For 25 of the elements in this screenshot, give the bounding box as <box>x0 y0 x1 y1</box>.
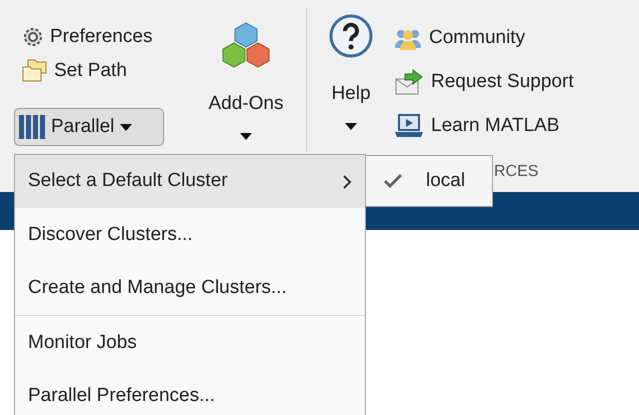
laptop-icon <box>395 114 423 138</box>
resource-link[interactable]: Community <box>395 22 574 54</box>
help-icon <box>329 14 373 58</box>
chevron-right-icon <box>343 174 352 189</box>
submenu-item[interactable]: local <box>366 157 492 205</box>
menu-item[interactable]: Parallel Preferences... <box>15 370 365 415</box>
menu-item[interactable]: Discover Clusters... <box>15 208 365 262</box>
caret-icon <box>345 122 357 130</box>
menu-item[interactable]: Monitor Jobs <box>15 316 365 370</box>
menu-item[interactable]: Select a Default Cluster <box>15 155 365 208</box>
folder-icon <box>22 59 48 83</box>
gear-icon <box>22 26 44 48</box>
caret-icon <box>120 124 132 130</box>
envelope-arrow-icon <box>395 69 423 95</box>
toolbar-button[interactable]: Preferences <box>14 20 186 54</box>
cubes-icon <box>221 22 271 70</box>
caret-icon <box>240 132 252 140</box>
bars-icon <box>19 115 45 139</box>
check-icon <box>384 174 402 188</box>
resource-link[interactable]: Learn MATLAB <box>395 110 574 142</box>
menu-item[interactable]: Create and Manage Clusters... <box>15 262 365 316</box>
resource-link[interactable]: Request Support <box>395 66 574 98</box>
toolbar-button[interactable]: Set Path <box>14 54 186 88</box>
section-label: RCES <box>494 162 538 182</box>
parallel-button[interactable]: Parallel <box>14 108 164 146</box>
